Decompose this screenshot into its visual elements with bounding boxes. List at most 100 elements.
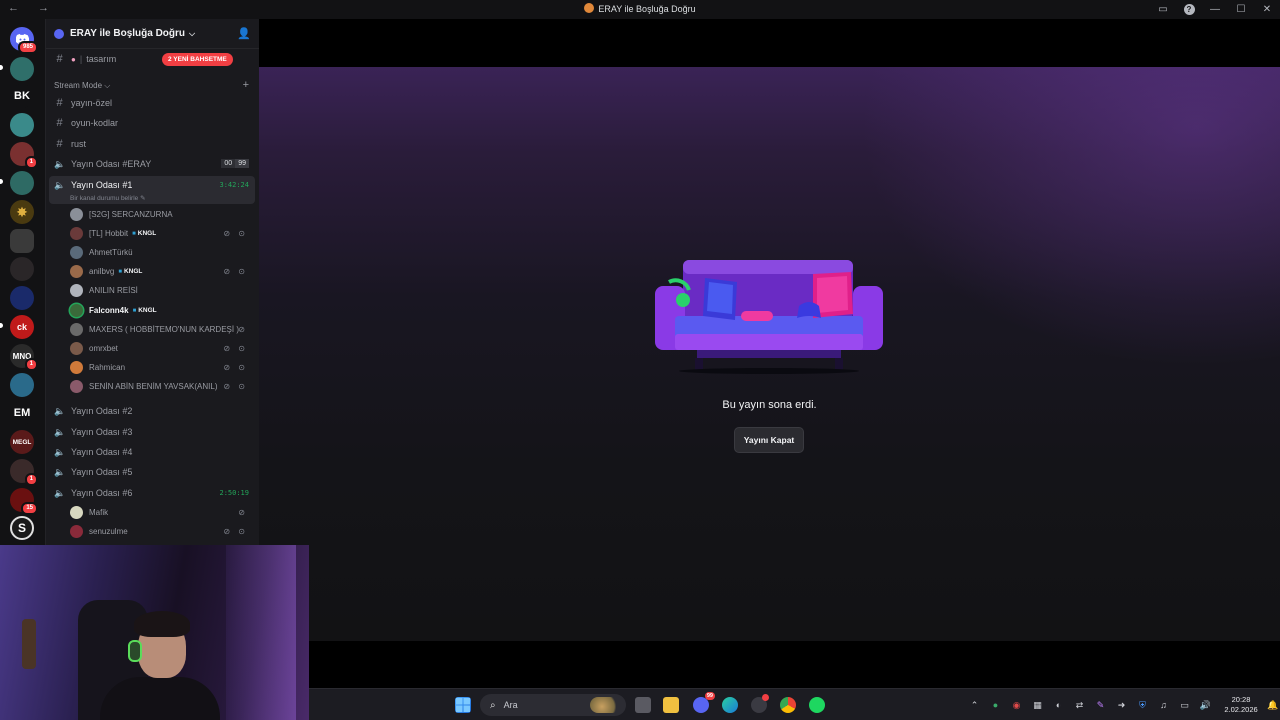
hash-icon: # [56,97,63,109]
server-icon-cars[interactable] [10,229,34,253]
user-name: [TL] Hobbit [89,228,129,238]
windows-start-icon[interactable] [455,697,471,713]
chrome-icon[interactable] [780,697,796,713]
discord-home-icon[interactable]: 985 [10,27,38,54]
channel-label: Yayın Odası #5 [71,467,133,477]
user-name: Rahmican [89,362,126,372]
server-rail: 985 BK 1 ✸ ck MNO 1 EM MEGL 1 15 S [0,19,45,545]
title-bar: ← → ERAY ile Boşluğa Doğru ▭ ? — ☐ ✕ [0,0,1280,19]
voice-user[interactable]: senuzulme ⊘ ⊙ [70,522,252,540]
taskbar-search[interactable]: ⌕ Ara [480,694,626,716]
voice-channel-3[interactable]: 🔈 Yayın Odası #3 [49,423,255,441]
arrows-icon[interactable]: ⇄ [1069,700,1090,711]
voice-user[interactable]: ANILIN REİSİ [70,281,252,299]
server-icon-santa[interactable] [10,373,34,397]
server-icon-teal[interactable] [10,113,34,137]
taskbar-clock[interactable]: 20:28 2.02.2026 [1216,695,1266,715]
shield-icon[interactable]: ⛨ [1132,700,1153,711]
voice-user[interactable]: [S2G] SERCANZURNA [70,205,252,223]
server-icon-sheriff[interactable]: ✸ [10,200,34,224]
stream-stage: Bu yayın sona erdi. Yayını Kapat [259,67,1280,641]
file-explorer-icon[interactable] [663,697,679,713]
discord-taskbar-icon[interactable]: 99 [693,692,715,713]
window-title-text: ERAY ile Boşluğa Doğru [598,4,696,14]
category-label: Stream Mode [54,81,103,90]
task-view-icon[interactable] [635,697,651,713]
channel-yayin-ozel[interactable]: # yayın-özel [49,94,255,112]
steam-like-icon[interactable] [751,694,769,713]
server-icon-blue[interactable] [10,286,34,310]
display-icon[interactable]: ▭ [1174,700,1195,711]
guild-header[interactable]: ERAY ile Boşluğa Doğru ⌵ 👤 [46,19,259,49]
close-window-button[interactable]: ✕ [1254,0,1280,19]
voice-user[interactable]: MAXERS ( HOBBİTEMO'NUN KARDEŞİ ) ⊘ [70,320,252,338]
speaker-icon: 🔈 [54,180,66,190]
tray-app-icon[interactable]: ◉ [1006,700,1027,711]
user-count: 00 [221,159,236,168]
close-stream-button[interactable]: Yayını Kapat [734,427,804,453]
server-icon-megl[interactable]: MEGL [10,430,34,454]
speaker-icon: 🔈 [54,158,66,169]
notifications-icon[interactable]: 🔔 [1266,700,1280,711]
forward-icon[interactable]: ➜ [1111,700,1132,711]
channel-label: tasarım [86,54,117,64]
window-controls: ▭ ? — ☐ ✕ [1150,0,1280,19]
server-icon-dark[interactable]: 1 [10,459,38,486]
voice-channel-2[interactable]: 🔈 Yayın Odası #2 [49,402,255,420]
avatar [70,379,83,393]
server-icon-s[interactable]: S [10,516,34,540]
voice-timer: 2:50:19 [219,489,249,497]
voice-user[interactable]: Mafik ⊘ [70,503,252,521]
boost-icon [54,28,64,39]
spotify-icon[interactable] [809,697,825,713]
inbox-icon[interactable]: ▭ [1150,0,1176,19]
ambient-light [226,545,296,720]
volume-icon[interactable]: 🔊 [1195,700,1216,711]
server-icon-redstar[interactable]: 15 [10,488,38,515]
help-icon[interactable]: ? [1176,0,1202,19]
minimize-button[interactable]: — [1202,0,1228,19]
maximize-button[interactable]: ☐ [1228,0,1254,19]
person-body [100,677,220,720]
tray-app-icon[interactable]: ● [985,700,1006,710]
tray-app-icon[interactable]: ▦ [1027,700,1048,711]
mute-deafen-icons: ⊘ ⊙ [223,266,248,276]
voice-user-speaking[interactable]: Falconn4k KNGL [70,301,252,319]
server-icon-red[interactable]: 1 [10,142,38,169]
guild-name: ERAY ile Boşluğa Doğru [70,28,186,39]
window-title: ERAY ile Boşluğa Doğru [0,3,1280,14]
server-icon-em[interactable]: EM [10,401,34,425]
new-mentions-pill[interactable]: 2 YENİ BAHSETME [162,53,233,66]
chevron-up-icon[interactable]: ⌃ [964,700,985,711]
channel-label: oyun-kodlar [71,118,119,128]
channel-status[interactable]: Bir kanal durumu belirle ✎ [70,194,146,202]
feather-icon[interactable]: ✎ [1090,700,1111,711]
voice-user[interactable]: [TL] HobbitKNGL ⊘ ⊙ [70,224,252,242]
category-stream-mode[interactable]: Stream Mode ⌵ [54,81,110,91]
voice-user[interactable]: AhmetTürkü [70,243,252,261]
voice-user[interactable]: SENİN ABİN BENİM YAVSAK(ANIL) ⊘ ⊙ [70,377,252,395]
server-icon-face[interactable] [10,257,34,281]
invite-icon[interactable]: 👤 [237,27,251,40]
voice-user[interactable]: anilbvgKNGL ⊘ ⊙ [70,262,252,280]
server-icon-staff[interactable] [10,57,34,81]
voice-user[interactable]: Rahmican ⊘ ⊙ [70,358,252,376]
avatar [70,360,83,374]
microphone-icon[interactable]: ♫ [1153,700,1174,710]
server-icon-bk[interactable]: BK [10,84,34,108]
voice-user[interactable]: omrxbet ⊘ ⊙ [70,339,252,357]
voice-channel-5[interactable]: 🔈 Yayın Odası #5 [49,463,255,481]
channel-status-text: Bir kanal durumu belirle [70,195,139,202]
channel-oyun-kodlar[interactable]: # oyun-kodlar [49,114,255,132]
server-icon-ck[interactable]: ck [10,315,34,339]
server-icon-kanal[interactable] [10,171,34,195]
create-channel-icon[interactable]: + [243,79,249,91]
voice-channel-4[interactable]: 🔈 Yayın Odası #4 [49,443,255,461]
channel-rust[interactable]: # rust [49,135,255,153]
clan-tag: KNGL [133,307,156,314]
avatar [70,322,83,336]
mute-icon: ⊘ [238,507,248,517]
edge-icon[interactable] [722,697,738,713]
server-icon-mno[interactable]: MNO 1 [10,344,38,371]
steam-icon[interactable]: ◐ [1048,700,1069,710]
